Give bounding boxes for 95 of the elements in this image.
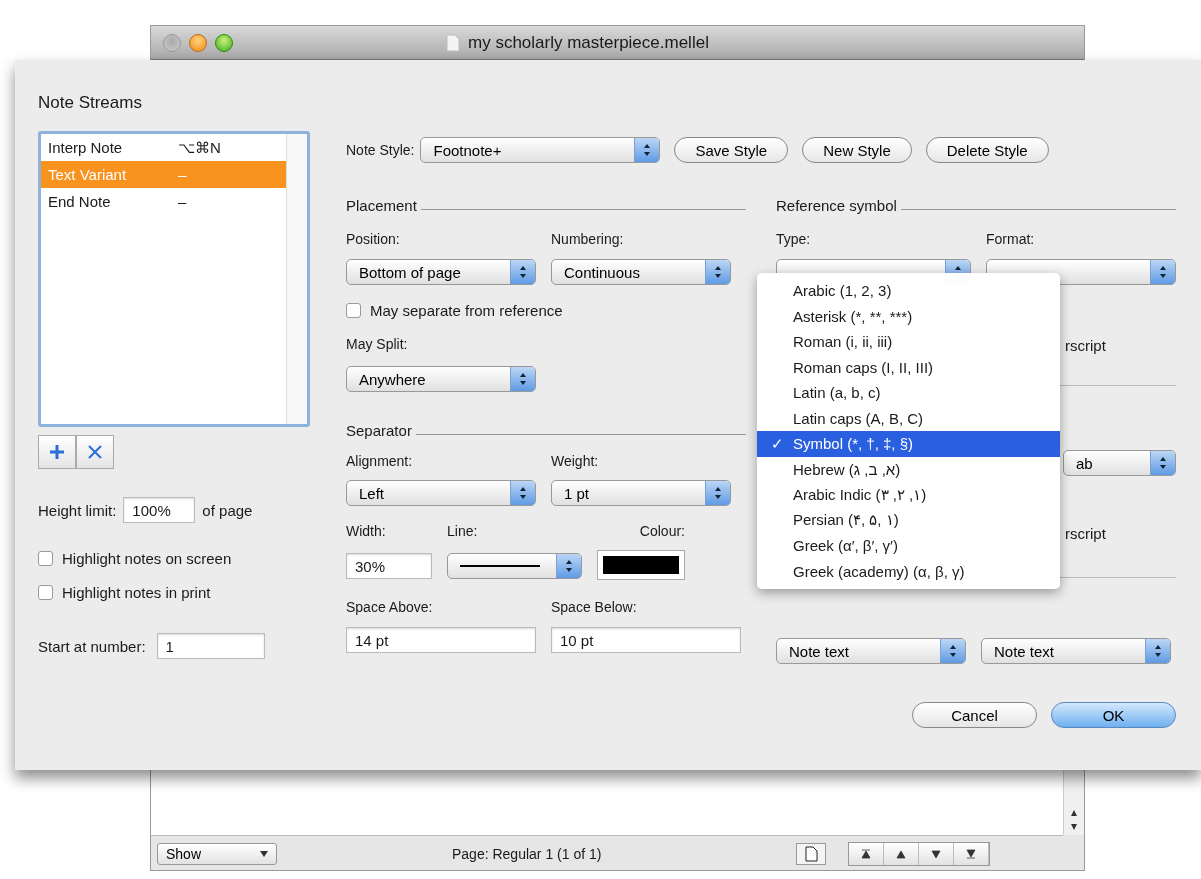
stepper-icon	[556, 554, 581, 578]
checkbox-label: May separate from reference	[370, 302, 563, 319]
text-area[interactable]	[151, 768, 1063, 836]
menu-item[interactable]: Greek (academy) (α, β, γ)	[757, 558, 1060, 584]
plus-icon	[48, 443, 66, 461]
arrow-icon	[896, 849, 907, 859]
stepper-icon	[1150, 451, 1175, 475]
input-field[interactable]: 100%	[123, 497, 196, 523]
field-label: Space Above:	[346, 599, 433, 615]
stepper-icon	[940, 639, 965, 663]
colour-well[interactable]	[597, 550, 685, 580]
field-label: Space Below:	[551, 599, 637, 615]
scroll-bar[interactable]	[286, 134, 307, 424]
line-popup[interactable]	[447, 553, 582, 579]
menu-item[interactable]: Arabic (1, 2, 3)	[757, 278, 1060, 304]
field-label: Colour:	[639, 523, 685, 539]
field-label: May Split:	[346, 336, 408, 352]
checkbox[interactable]	[346, 303, 361, 318]
menu-item[interactable]: Latin caps (A, B, C)	[757, 405, 1060, 431]
weight-popup[interactable]: 1 pt	[551, 480, 731, 506]
scroll-down-icon[interactable]	[1070, 823, 1078, 831]
checkbox[interactable]	[38, 585, 53, 600]
show-popup[interactable]: Show	[157, 843, 277, 865]
field-label: Note Style:	[346, 142, 415, 158]
menu-item[interactable]: Roman (i, ii, iii)	[757, 329, 1060, 355]
menu-item[interactable]: Arabic Indic (١, ٢, ٣)	[757, 482, 1060, 508]
input-field[interactable]: 30%	[346, 553, 432, 579]
list-item[interactable]: Interp Note ⌥⌘N	[41, 134, 290, 161]
menu-item[interactable]: Persian (۴, ۵, ۱)	[757, 507, 1060, 533]
checkbox-label: Highlight notes on screen	[62, 550, 232, 567]
document-icon	[446, 33, 460, 52]
page-icon[interactable]	[796, 843, 827, 865]
position-popup[interactable]: Bottom of page	[346, 259, 536, 285]
paragraph-popup[interactable]: Note text	[776, 638, 966, 664]
field-label: Weight:	[551, 453, 599, 469]
style-button[interactable]: Delete Style	[925, 137, 1049, 163]
cancel-button[interactable]: Cancel	[912, 702, 1037, 728]
section-header: Placement	[346, 197, 417, 214]
stepper-icon	[1150, 260, 1175, 284]
field-label: Start at number:	[38, 637, 146, 655]
stepper-icon	[510, 367, 535, 391]
zoom-button[interactable]	[215, 33, 233, 52]
field-suffix: of page	[202, 501, 253, 519]
menu-item[interactable]: ✓ Symbol (*, †, ‡, §)	[757, 431, 1060, 457]
stepper-icon	[510, 481, 535, 505]
ok-button[interactable]: OK	[1051, 702, 1176, 728]
window-title: my scholarly masterpiece.mellel	[468, 32, 709, 53]
input-field[interactable]: 10 pt	[551, 627, 741, 653]
section-header: Reference symbol	[776, 197, 897, 214]
field-label: Type:	[776, 231, 811, 247]
menu-item[interactable]: Latin (a, b, c)	[757, 380, 1060, 406]
menu-item[interactable]: Greek (α′, β′, γ′)	[757, 533, 1060, 559]
field-label: Line:	[447, 523, 478, 539]
menu-item[interactable]: Asterisk (*, **, ***)	[757, 303, 1060, 329]
stepper-icon	[634, 138, 660, 162]
character-popup[interactable]: Note text	[981, 638, 1171, 664]
partial-label: rscript	[1065, 336, 1106, 354]
arrow-icon	[966, 849, 977, 859]
minimize-button[interactable]	[189, 33, 207, 52]
remove-button[interactable]	[76, 435, 114, 469]
stepper-icon	[1145, 639, 1170, 663]
style-button[interactable]: Save Style	[674, 137, 789, 163]
close-icon	[86, 443, 104, 461]
scroll-up-icon[interactable]	[1070, 809, 1078, 817]
add-button[interactable]	[38, 435, 76, 469]
section-header: Separator	[346, 422, 412, 439]
field-label: Width:	[346, 523, 386, 539]
arrow-icon	[931, 849, 942, 859]
menu-item[interactable]: Roman caps (I, II, III)	[757, 354, 1060, 380]
caret-icon	[260, 851, 268, 857]
field-label: Alignment:	[346, 453, 413, 469]
partial-popup[interactable]: ab	[1063, 450, 1176, 476]
arrow-icon	[861, 849, 872, 859]
alignment-popup[interactable]: Left	[346, 480, 536, 506]
may-split-popup[interactable]: Anywhere	[346, 366, 536, 392]
stepper-icon	[705, 481, 730, 505]
partial-label: rscript	[1065, 524, 1106, 542]
field-label: Height limit:	[38, 501, 117, 519]
page-info: Page: Regular 1 (1 of 1)	[452, 846, 602, 862]
field-label: Numbering:	[551, 231, 624, 247]
scroll-bar[interactable]	[1063, 768, 1084, 835]
input-field[interactable]: 14 pt	[346, 627, 536, 653]
stepper-icon	[705, 260, 730, 284]
checkbox[interactable]	[38, 551, 53, 566]
numbering-popup[interactable]: Continuous	[551, 259, 731, 285]
field-label: Position:	[346, 231, 400, 247]
checkbox-label: Highlight notes in print	[62, 584, 211, 601]
list-item[interactable]: End Note –	[41, 188, 290, 215]
note-style-popup[interactable]: Footnote+	[420, 137, 661, 163]
menu-item[interactable]: Hebrew (א, ב, ג)	[757, 456, 1060, 482]
input-field[interactable]: 1	[156, 633, 265, 659]
sheet-title: Note Streams	[38, 93, 142, 112]
stepper-icon	[510, 260, 535, 284]
field-label: Format:	[986, 231, 1035, 247]
style-button[interactable]: New Style	[802, 137, 912, 163]
